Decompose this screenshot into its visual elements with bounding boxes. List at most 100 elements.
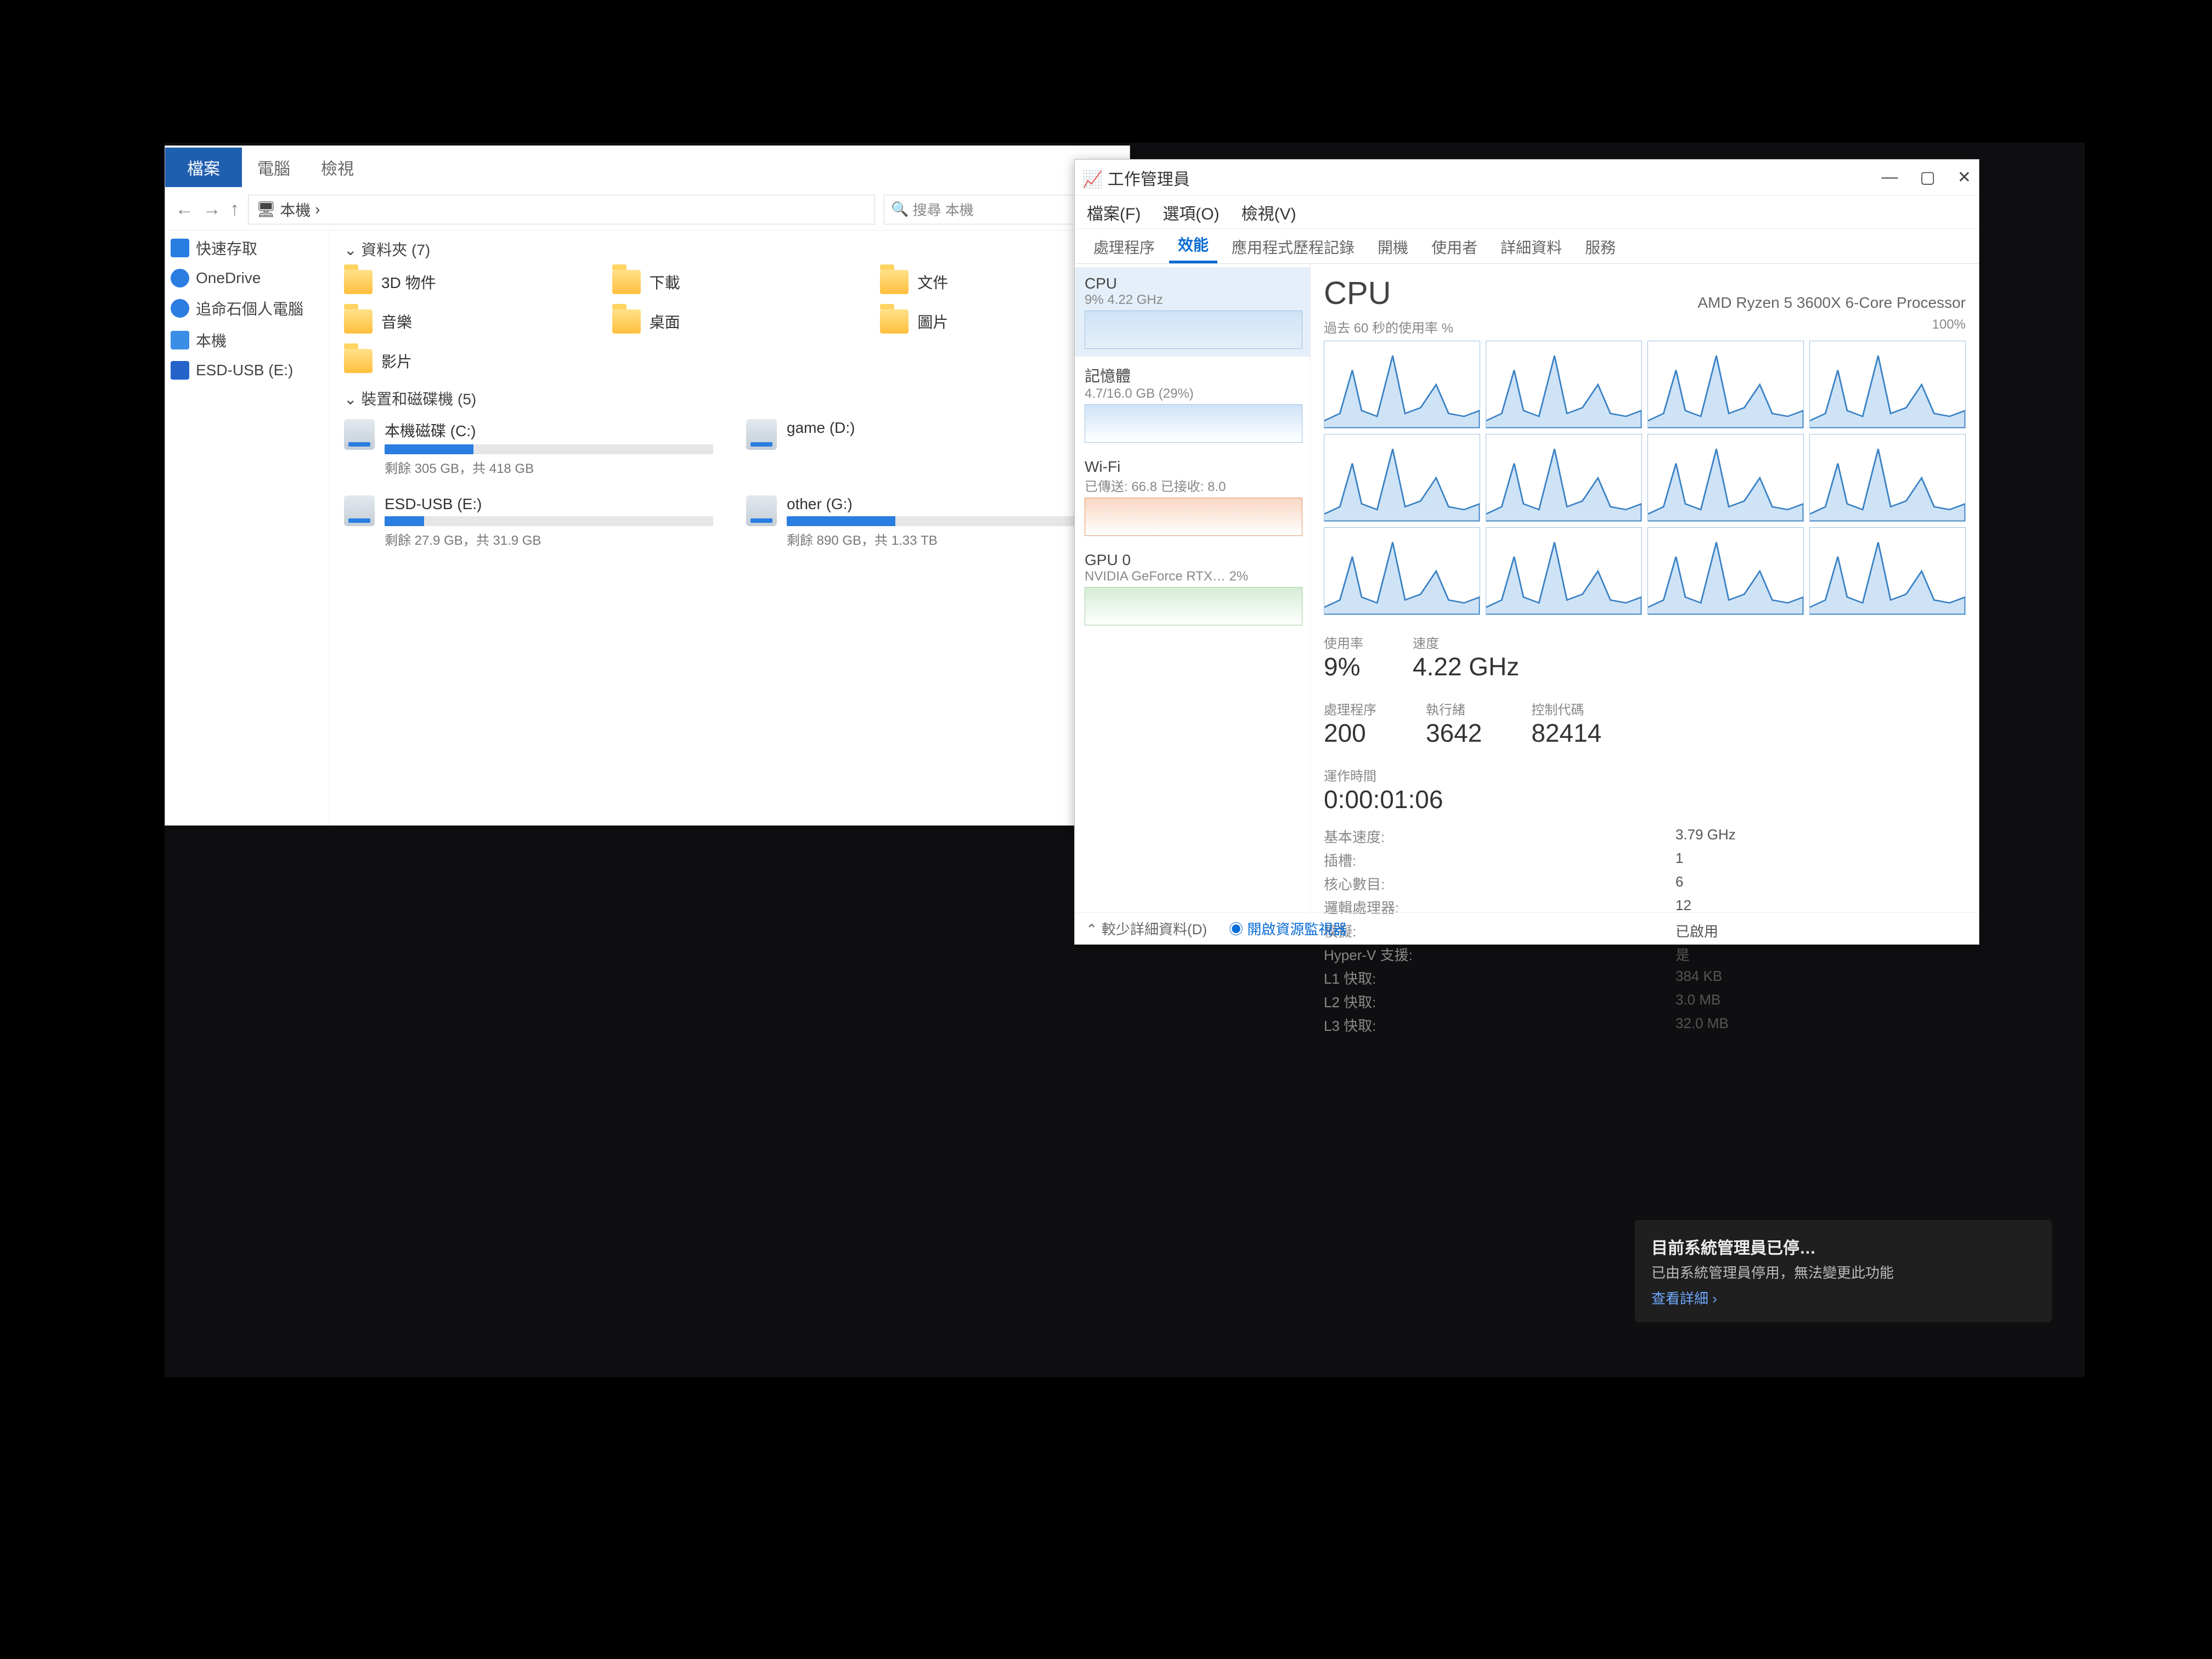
- more-icon[interactable]: ⋯: [1339, 1198, 1355, 1217]
- tab-使用者[interactable]: 使用者: [1423, 230, 1486, 263]
- sidebar-memory[interactable]: 記憶體 4.7/16.0 GB (29%): [1075, 357, 1310, 450]
- core-chart-2: [1647, 341, 1804, 428]
- maximize-button[interactable]: ▢: [1920, 168, 1936, 187]
- tree-usb[interactable]: ESD-USB (E:): [171, 361, 324, 380]
- chart-label: 過去 60 秒的使用率 %: [1324, 317, 1453, 336]
- tab-效能[interactable]: 效能: [1169, 228, 1217, 263]
- explorer-content: ⌄ 資料夾 (7) 3D 物件下載文件音樂桌面圖片影片 ⌄ 裝置和磁碟機 (5)…: [330, 230, 1130, 825]
- core-chart-7: [1809, 434, 1966, 522]
- cloud-icon: [171, 299, 189, 318]
- stat-util: 9%: [1324, 652, 1363, 681]
- teams-back-icon[interactable]: ‹: [761, 840, 767, 862]
- gif-icon[interactable]: GIF: [1198, 1198, 1226, 1217]
- tree-this-pc[interactable]: 本機: [171, 329, 324, 351]
- teams-fwd-icon[interactable]: ›: [778, 840, 784, 862]
- teams-rail: 活動 聊天 團隊: [747, 884, 812, 1228]
- tm-main: CPU AMD Ryzen 5 3600X 6-Core Processor 過…: [1311, 264, 1979, 911]
- folder-item[interactable]: 音樂: [344, 309, 579, 334]
- sidebar-wifi[interactable]: Wi-Fi 已傳送: 66.8 已接收: 8.0: [1075, 450, 1310, 544]
- notification-toast[interactable]: 目前系統管理員已停… 已由系統管理員停用，無法變更此功能 查看詳細 ›: [1635, 1220, 2052, 1322]
- sidebar-cpu[interactable]: CPU 9% 4.22 GHz: [1075, 267, 1310, 357]
- drive-item[interactable]: other (G:)剩餘 890 GB，共 1.33 TB: [746, 495, 1115, 549]
- open-resource-monitor-link[interactable]: ◉ 開啟資源監視器: [1229, 918, 1347, 939]
- cpu-title: CPU: [1324, 275, 1391, 312]
- star-icon: [171, 239, 189, 257]
- mem-sparkline: [1085, 404, 1302, 443]
- task-manager-window[interactable]: 📈 工作管理員 — ▢ ✕ 檔案(F) 選項(O) 檢視(V) 處理程序效能應用…: [1074, 159, 1979, 945]
- rail-activity[interactable]: 活動: [766, 895, 793, 938]
- menu-file[interactable]: 檔案(F): [1087, 200, 1141, 224]
- tm-sidebar[interactable]: CPU 9% 4.22 GHz 記憶體 4.7/16.0 GB (29%) Wi…: [1075, 264, 1311, 911]
- stat-speed: 4.22 GHz: [1413, 652, 1519, 681]
- address-path[interactable]: 🖥 本機 ›: [248, 195, 875, 224]
- folder-icon: [880, 309, 909, 334]
- reply-icon[interactable]: ↩: [1107, 1004, 1120, 1022]
- attendee-avatar: +36: [1217, 1088, 1239, 1110]
- tab-詳細資料[interactable]: 詳細資料: [1492, 230, 1571, 263]
- format-icon[interactable]: Aᵃ: [1098, 1198, 1115, 1217]
- drive-item[interactable]: 本機磁碟 (C:)剩餘 305 GB，共 418 GB: [344, 419, 713, 477]
- compose-input[interactable]: 開始新的交談。輸入 @ 來提及某人。: [1092, 1142, 1760, 1190]
- send-icon[interactable]: ➤: [1741, 1198, 1755, 1217]
- core-chart-11: [1809, 527, 1966, 615]
- folder-item[interactable]: 3D 物件: [344, 270, 579, 294]
- tree-quick-access[interactable]: 快速存取: [171, 237, 324, 259]
- tree-personal[interactable]: 追命石個人電腦: [171, 297, 324, 319]
- stat-proc: 200: [1324, 718, 1376, 748]
- core-chart-0: [1324, 341, 1480, 428]
- core-chart-9: [1486, 527, 1642, 615]
- drive-item[interactable]: ESD-USB (E:)剩餘 27.9 GB，共 31.9 GB: [344, 495, 713, 549]
- meeting-reply[interactable]: 回覆: [1130, 1002, 1160, 1024]
- drive-icon: [746, 419, 777, 450]
- explorer-window[interactable]: 檔案 電腦 檢視 ← → ↑ 🖥 本機 › 🔍 搜尋 本機 快速存取 OneDr…: [165, 145, 1130, 826]
- folder-item[interactable]: 桌面: [612, 309, 848, 334]
- explorer-tree[interactable]: 快速存取 OneDrive 追命石個人電腦 本機 ESD-USB (E:): [165, 230, 330, 825]
- folder-icon: [612, 309, 641, 334]
- folder-item[interactable]: 影片: [344, 349, 579, 373]
- stat-uptime: 0:00:01:06: [1324, 785, 1443, 814]
- menu-view[interactable]: 檢視(V): [1242, 200, 1296, 224]
- tab-處理程序[interactable]: 處理程序: [1085, 230, 1164, 263]
- chart-max: 100%: [1932, 317, 1966, 336]
- bell-icon: [769, 895, 791, 917]
- meeting-ended-label: 會議已結束: [1141, 972, 1218, 994]
- drives-group-header[interactable]: ⌄ 裝置和磁碟機 (5): [344, 387, 1115, 409]
- chat-list-item[interactable]: HOU M WEN: [822, 929, 1065, 947]
- stream-icon[interactable]: ◧: [1308, 1198, 1323, 1217]
- cpu-core-grid: [1324, 341, 1966, 615]
- tree-onedrive[interactable]: OneDrive: [171, 269, 324, 287]
- core-chart-1: [1486, 341, 1642, 428]
- toast-more-link[interactable]: 查看詳細 ›: [1651, 1288, 2035, 1308]
- nav-up-icon[interactable]: ↑: [230, 199, 239, 220]
- fewer-details-toggle[interactable]: ⌃ 較少詳細資料(D): [1086, 918, 1207, 939]
- pc-icon: [171, 331, 189, 349]
- emoji-icon[interactable]: ☺: [1166, 1198, 1183, 1217]
- menu-options[interactable]: 選項(O): [1163, 200, 1219, 224]
- nav-forward-icon[interactable]: →: [202, 199, 221, 220]
- sidebar-gpu[interactable]: GPU 0 NVIDIA GeForce RTX… 2%: [1075, 544, 1310, 633]
- gpu-sparkline: [1085, 587, 1302, 625]
- folder-icon: [344, 270, 373, 294]
- compose-toolbar: Aᵃ 📎 ☺ GIF ▦ 📹 ◧ ⋯ ➤: [1092, 1190, 1760, 1217]
- nav-back-icon[interactable]: ←: [175, 199, 194, 220]
- attach-icon[interactable]: 📎: [1130, 1198, 1150, 1217]
- rail-teams[interactable]: 團隊: [766, 1010, 793, 1053]
- minimize-button[interactable]: —: [1882, 168, 1898, 187]
- ribbon-file[interactable]: 檔案: [165, 148, 242, 187]
- close-button[interactable]: ✕: [1957, 168, 1971, 187]
- sticker-icon[interactable]: ▦: [1241, 1198, 1256, 1217]
- teams-chat-list[interactable]: 聊天 HOU M WEN: [812, 884, 1076, 1228]
- meet-icon[interactable]: 📹: [1272, 1198, 1293, 1217]
- drive-item[interactable]: game (D:): [746, 419, 1115, 477]
- drive-icon: [344, 419, 375, 450]
- ribbon-view[interactable]: 檢視: [306, 148, 369, 187]
- toast-body: 已由系統管理員停用，無法變更此功能: [1651, 1262, 2035, 1282]
- ribbon-computer[interactable]: 電腦: [242, 148, 306, 187]
- rail-chat[interactable]: 聊天: [766, 952, 793, 996]
- folders-group-header[interactable]: ⌄ 資料夾 (7): [344, 238, 1115, 260]
- tab-應用程式歷程記錄[interactable]: 應用程式歷程記錄: [1223, 230, 1363, 263]
- folder-item[interactable]: 下載: [612, 270, 848, 294]
- tab-開機[interactable]: 開機: [1369, 230, 1417, 263]
- tab-服務[interactable]: 服務: [1576, 230, 1624, 263]
- pc-icon: 🖥: [256, 200, 276, 218]
